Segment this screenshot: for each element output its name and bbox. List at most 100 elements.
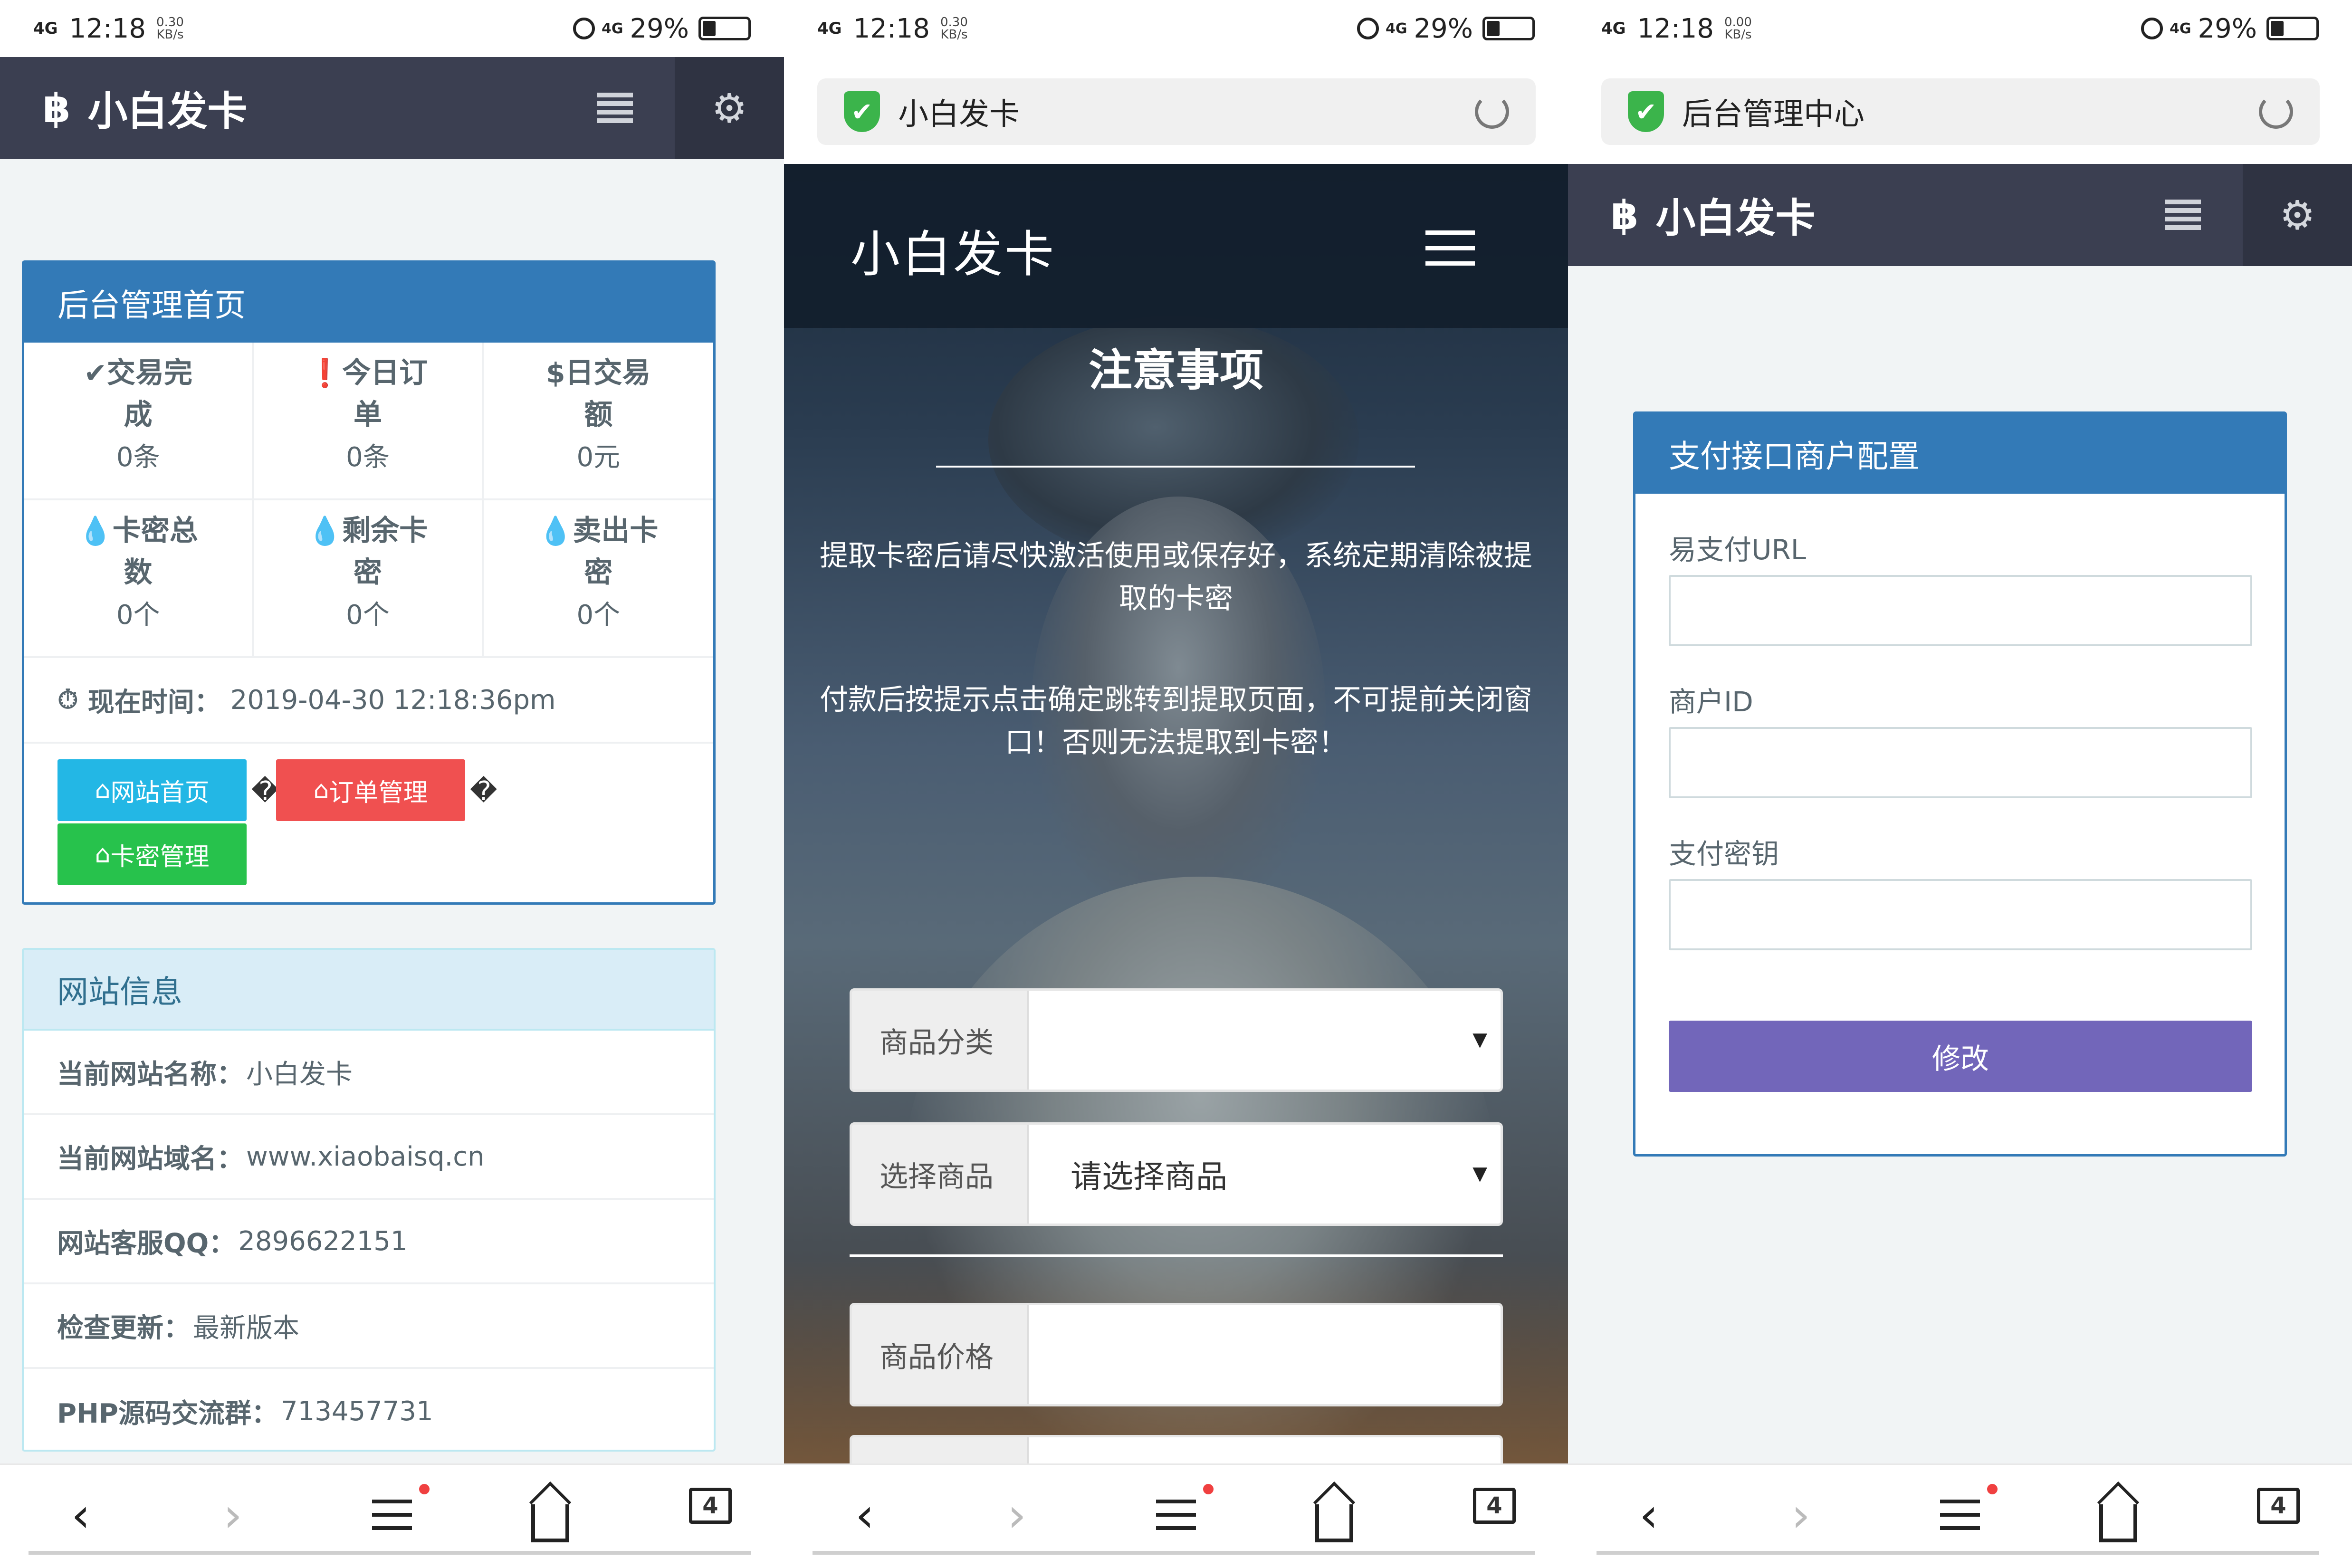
- brand[interactable]: ฿ 小白发卡: [1611, 164, 1815, 266]
- brand[interactable]: ฿ 小白发卡: [43, 57, 247, 159]
- stat-value: 0条: [346, 442, 390, 473]
- site-info-title: 网站信息: [24, 950, 714, 1031]
- hamburger-icon[interactable]: [2165, 200, 2201, 230]
- forward-button[interactable]: ›: [195, 1484, 271, 1546]
- signal-indicator: 4G: [33, 19, 58, 38]
- merchant-id-input[interactable]: [1669, 727, 2252, 798]
- chevron-right-icon: ›: [1007, 1487, 1026, 1543]
- drop-icon: 💧: [307, 515, 343, 547]
- menu-button[interactable]: [1922, 1484, 1998, 1546]
- brand-name: 小白发卡: [87, 88, 248, 134]
- submit-button[interactable]: 修改: [1669, 1021, 2252, 1092]
- notification-dot: [1203, 1484, 1214, 1494]
- app-navbar: ฿ 小白发卡 ⚙: [0, 57, 784, 159]
- notice-text-1: 提取卡密后请尽快激活使用或保存好，系统定期清除被提取的卡密: [820, 539, 1532, 615]
- unknown-glyph: �: [251, 776, 279, 807]
- gesture-bar: [813, 1551, 1535, 1555]
- address-bar[interactable]: ✔ 后台管理中心: [1601, 78, 2320, 145]
- settings-button[interactable]: ⚙: [675, 57, 784, 159]
- menu-button[interactable]: [354, 1484, 430, 1546]
- reload-icon[interactable]: [1475, 95, 1509, 129]
- back-button[interactable]: ‹: [1611, 1484, 1687, 1546]
- forward-button[interactable]: ›: [1763, 1484, 1839, 1546]
- category-select[interactable]: 商品分类 ▼: [850, 988, 1503, 1092]
- hamburger-icon[interactable]: [1425, 230, 1475, 266]
- phone-storefront: 4G 12:18 0.30 KB/s 4G 29% ✔ 小白发卡 小白发卡 注意事…: [784, 0, 1568, 1568]
- notification-dot: [419, 1484, 430, 1494]
- caret-down-icon: ▼: [1472, 1163, 1487, 1185]
- home-button[interactable]: [2080, 1481, 2156, 1546]
- alarm-icon: [573, 18, 595, 39]
- home-icon: ⌂: [95, 840, 111, 869]
- notice-text-2: 付款后按提示点击确定跳转到提取页面，不可提前关闭窗口！否则无法提取到卡密！: [820, 683, 1532, 759]
- hamburger-icon[interactable]: [597, 93, 633, 123]
- stat-value: 0个: [346, 600, 390, 631]
- forward-button[interactable]: ›: [979, 1484, 1055, 1546]
- menu-button[interactable]: [1138, 1484, 1214, 1546]
- notice-divider: [936, 466, 1415, 468]
- phone-payment-config: 4G 12:18 0.00 KB/s 4G 29% ✔ 后台管理中心 ฿ 小白发卡…: [1568, 0, 2352, 1568]
- caret-down-icon: ▼: [1472, 1029, 1487, 1051]
- tabs-button[interactable]: 4: [1473, 1488, 1516, 1524]
- gesture-bar: [1597, 1551, 2319, 1555]
- product-select[interactable]: 选择商品 请选择商品 ▼: [850, 1122, 1503, 1226]
- stat-value: 0条: [116, 442, 160, 473]
- alarm-icon: [2141, 18, 2163, 39]
- clock: 12:18: [69, 13, 146, 44]
- price-field[interactable]: 商品价格: [850, 1303, 1503, 1406]
- info-row-site-name: 当前网站名称： 小白发卡: [24, 1031, 714, 1115]
- epay-url-label: 易支付URL: [1669, 534, 1807, 566]
- stat-today-orders: ❗今日订 单 0条: [254, 343, 484, 500]
- site-title[interactable]: 小白发卡: [851, 214, 1056, 286]
- clock-icon: ⏱: [57, 684, 78, 715]
- unknown-glyph: �: [470, 776, 497, 807]
- settings-button[interactable]: ⚙: [2243, 164, 2352, 266]
- bitcoin-icon: ฿: [1611, 191, 1639, 239]
- epay-url-input[interactable]: [1669, 575, 2252, 646]
- site-home-button[interactable]: ⌂ 网站首页: [57, 759, 247, 821]
- address-bar[interactable]: ✔ 小白发卡: [817, 78, 1536, 145]
- status-bar: 4G 12:18 0.00 KB/s 4G 29%: [1568, 0, 2352, 57]
- chevron-right-icon: ›: [1791, 1487, 1810, 1543]
- site-info-panel: 网站信息 当前网站名称： 小白发卡 当前网站域名： www.xiaobaisq.cn…: [22, 948, 716, 1452]
- card-manage-button[interactable]: ⌂ 卡密管理: [57, 823, 247, 885]
- home-icon: ⌂: [95, 776, 111, 804]
- tabs-button[interactable]: 4: [689, 1488, 732, 1524]
- category-label: 商品分类: [852, 991, 1029, 1090]
- stat-card-remaining: 💧剩余卡 密 0个: [254, 500, 484, 658]
- home-button[interactable]: [1296, 1481, 1372, 1546]
- order-manage-button[interactable]: ⌂ 订单管理: [276, 759, 465, 821]
- current-time-row: ⏱ 现在时间： 2019-04-30 12:18:36pm: [24, 658, 713, 744]
- drop-icon: 💧: [538, 515, 573, 547]
- network-type: 4G: [1386, 20, 1407, 37]
- chevron-left-icon: ‹: [1639, 1487, 1658, 1543]
- stat-value: 0元: [576, 442, 621, 473]
- drop-icon: 💧: [78, 515, 113, 547]
- browser-bottom-bar: ‹ › 4: [0, 1463, 784, 1568]
- status-bar: 4G 12:18 0.30 KB/s 4G 29%: [0, 0, 784, 57]
- shield-check-icon: ✔: [844, 91, 880, 132]
- hamburger-icon: [1156, 1500, 1196, 1530]
- back-button[interactable]: ‹: [827, 1484, 903, 1546]
- home-button[interactable]: [512, 1481, 588, 1546]
- back-button[interactable]: ‹: [43, 1484, 119, 1546]
- signal-indicator: 4G: [817, 19, 842, 38]
- stat-value: 0个: [116, 600, 160, 631]
- check-square-icon: ✔: [84, 357, 107, 389]
- chevron-left-icon: ‹: [855, 1487, 874, 1543]
- phone-admin-home: 4G 12:18 0.30 KB/s 4G 29% ฿ 小白发卡 ⚙ 后台管理首页…: [0, 0, 784, 1568]
- battery-icon: [1482, 17, 1535, 40]
- product-value: 请选择商品: [1071, 1158, 1227, 1195]
- hamburger-icon: [1940, 1500, 1980, 1530]
- stats-grid: ✔交易完 成 0条 ❗今日订 单 0条 $日交易 额 0元 💧卡密总 数 0个 …: [24, 343, 713, 658]
- pay-key-input[interactable]: [1669, 879, 2252, 950]
- clock: 12:18: [1637, 13, 1714, 44]
- battery-percent: 29%: [2198, 13, 2257, 44]
- tabs-button[interactable]: 4: [2257, 1488, 2300, 1524]
- info-row-domain: 当前网站域名： www.xiaobaisq.cn: [24, 1115, 714, 1200]
- merchant-id-label: 商户ID: [1669, 686, 1753, 718]
- reload-icon[interactable]: [2259, 95, 2293, 129]
- home-icon: [529, 1481, 572, 1542]
- battery-icon: [698, 17, 751, 40]
- browser-bottom-bar: ‹ › 4: [1568, 1463, 2352, 1568]
